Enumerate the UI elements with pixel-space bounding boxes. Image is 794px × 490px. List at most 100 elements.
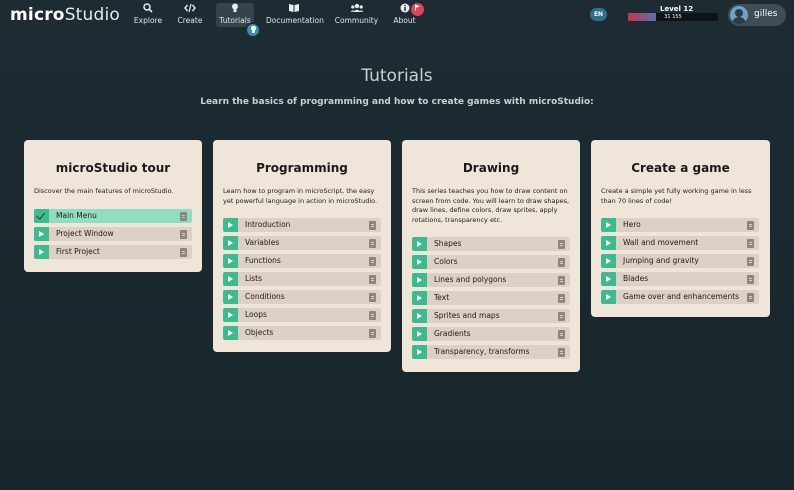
tutorial-item-label: Gradients [434,329,471,338]
document-icon[interactable] [558,258,565,267]
document-icon[interactable] [369,239,376,248]
tutorial-card-programming: Programming Learn how to program in micr… [213,140,391,352]
tutorial-item-blades[interactable]: Blades [601,272,759,286]
document-icon[interactable] [369,311,376,320]
document-icon[interactable] [558,294,565,303]
document-icon[interactable] [558,240,565,249]
tutorial-item-colors[interactable]: Colors [412,255,570,269]
document-icon[interactable] [369,275,376,284]
tutorial-item-hero[interactable]: Hero [601,218,759,232]
card-description: Discover the main features of microStudi… [34,187,174,195]
lightbulb-icon [216,3,254,15]
tutorial-item-first-project[interactable]: First Project [34,245,192,259]
tutorial-item-label: Main Menu [56,211,97,220]
tutorial-item-variables[interactable]: Variables [223,236,381,250]
document-icon[interactable] [558,276,565,285]
document-icon[interactable] [369,257,376,266]
nav-documentation-label: Documentation [266,16,324,25]
flag-icon [414,4,421,13]
card-description: This series teaches you how to draw cont… [412,187,570,224]
users-icon [334,3,379,15]
tutorial-item-objects[interactable]: Objects [223,326,381,340]
nav-create[interactable]: Create [176,3,204,27]
tutorial-item-lists[interactable]: Lists [223,272,381,286]
book-icon [266,3,321,15]
document-icon[interactable] [180,230,187,239]
tutorial-item-jumping-and-gravity[interactable]: Jumping and gravity [601,254,759,268]
user-menu[interactable]: gilles [728,4,786,26]
tutorial-item-label: Conditions [245,292,285,301]
tutorial-item-text[interactable]: Text [412,291,570,305]
page-title: Tutorials [361,66,433,86]
tutorial-item-conditions[interactable]: Conditions [223,290,381,304]
play-icon [601,272,616,286]
xp-value: 31 155 [664,14,682,20]
nav-community[interactable]: Community [334,3,379,27]
tutorial-item-label: Introduction [245,220,291,229]
play-icon [601,290,616,304]
document-icon[interactable] [747,239,754,248]
tutorial-item-gradients[interactable]: Gradients [412,327,570,341]
nav-documentation[interactable]: Documentation [266,3,324,27]
document-icon[interactable] [558,330,565,339]
app-logo[interactable]: microStudio [10,5,120,25]
document-icon[interactable] [747,293,754,302]
code-icon [176,3,204,15]
tutorial-item-wall-and-movement[interactable]: Wall and movement [601,236,759,250]
nav-explore-label: Explore [133,16,163,25]
tutorial-item-transparency-transforms[interactable]: Transparency, transforms [412,345,570,359]
tutorial-item-label: Game over and enhancements [623,292,740,301]
notification-badge[interactable] [411,3,424,16]
play-icon [412,345,427,359]
tutorial-item-label: First Project [56,247,100,256]
tutorial-item-game-over-and-enhancements[interactable]: Game over and enhancements [601,290,759,304]
tutorial-item-label: Jumping and gravity [623,256,699,265]
nav-explore[interactable]: Explore [133,3,163,27]
tutorial-item-loops[interactable]: Loops [223,308,381,322]
play-icon [34,245,49,259]
tutorial-item-shapes[interactable]: Shapes [412,237,570,251]
document-icon[interactable] [747,275,754,284]
play-icon [223,272,238,286]
tutorial-card-microstudio-tour: microStudio tour Discover the main featu… [24,140,202,272]
card-title: Create a game [631,161,730,175]
tutorial-item-label: Text [434,293,450,302]
play-icon [601,236,616,250]
document-icon[interactable] [747,221,754,230]
document-icon[interactable] [180,212,187,221]
play-icon [412,291,427,305]
tutorial-item-project-window[interactable]: Project Window [34,227,192,241]
avatar [730,6,748,24]
play-icon [223,218,238,232]
tutorial-item-sprites-and-maps[interactable]: Sprites and maps [412,309,570,323]
top-bar: microStudio Explore Create Tutorials Doc… [0,0,794,38]
tutorial-item-main-menu[interactable]: Main Menu [34,209,192,223]
tutorial-item-label: Colors [434,257,458,266]
tutorial-item-label: Transparency, transforms [434,347,530,356]
tutorial-item-label: Functions [245,256,281,265]
tutorial-item-introduction[interactable]: Introduction [223,218,381,232]
document-icon[interactable] [369,293,376,302]
play-icon [412,273,427,287]
document-icon[interactable] [747,257,754,266]
tutorial-card-drawing: Drawing This series teaches you how to d… [402,140,580,372]
document-icon[interactable] [558,312,565,321]
xp-progress-bar: 31 155 [628,13,718,21]
document-icon[interactable] [369,329,376,338]
document-icon[interactable] [558,348,565,357]
play-icon [223,236,238,250]
language-button[interactable]: EN [590,8,607,21]
document-icon[interactable] [180,248,187,257]
play-icon [223,308,238,322]
tutorial-item-label: Lists [245,274,263,283]
tutorial-item-label: Blades [623,274,649,283]
tutorial-item-label: Hero [623,220,641,229]
tutorial-hint-lightbulb-icon[interactable] [245,22,261,38]
tutorial-item-lines-and-polygons[interactable]: Lines and polygons [412,273,570,287]
page-subtitle: Learn the basics of programming and how … [200,97,594,107]
tutorial-item-functions[interactable]: Functions [223,254,381,268]
tutorial-list: Main Menu Project Window First Project [34,209,192,263]
check-icon [34,209,49,223]
document-icon[interactable] [369,221,376,230]
play-icon [601,218,616,232]
